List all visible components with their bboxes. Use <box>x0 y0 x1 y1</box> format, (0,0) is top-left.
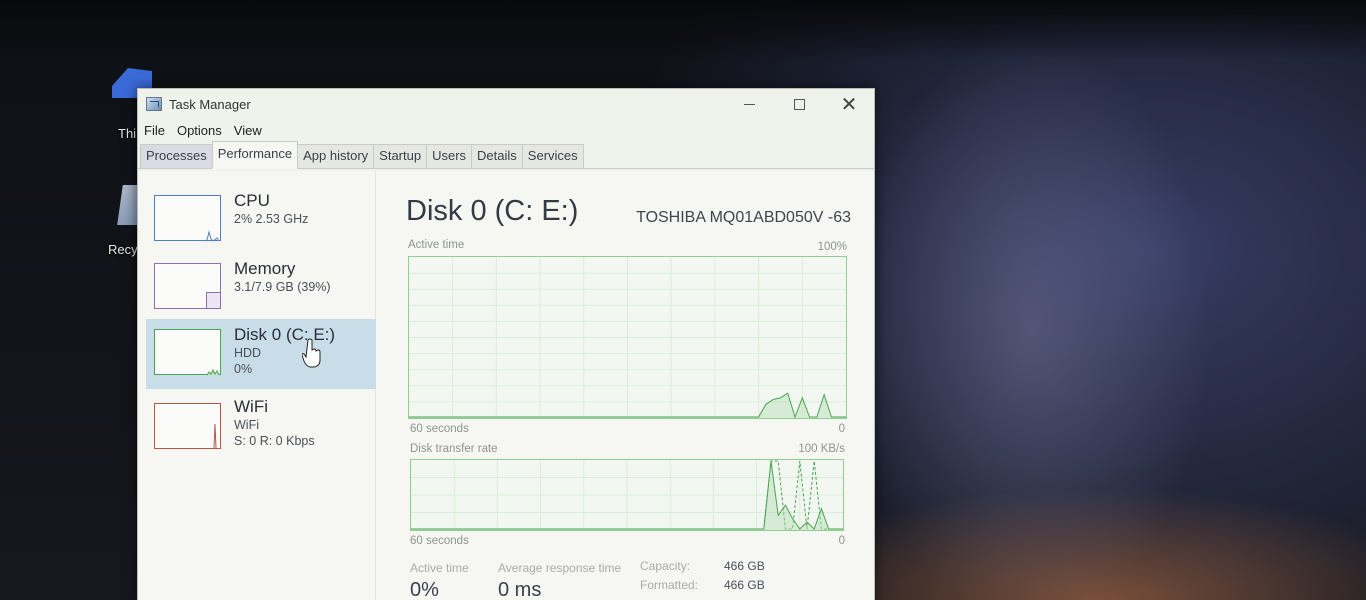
disk-thumbnail-graph <box>154 329 221 376</box>
hand-pointer-cursor <box>302 338 321 368</box>
active-time-max: 100% <box>817 241 847 253</box>
stat-avg-response-label: Average response time <box>498 561 622 575</box>
active-time-chart <box>409 257 846 418</box>
sidebar-item-disk-0[interactable]: Disk 0 (C: E:) HDD 0% <box>146 319 376 389</box>
tab-performance[interactable]: Performance <box>211 141 299 169</box>
transfer-rate-chart <box>411 460 843 530</box>
active-time-x-right: 0 <box>838 423 845 435</box>
minimize-icon <box>743 103 755 105</box>
maximize-button[interactable] <box>774 89 824 119</box>
transfer-rate-x-left: 60 seconds <box>410 535 469 547</box>
title-bar[interactable]: Task Manager ✕ <box>138 89 874 119</box>
task-manager-icon <box>146 97 162 111</box>
tab-strip: Processes Performance App history Startu… <box>138 141 874 169</box>
maximize-icon <box>793 98 805 110</box>
minimize-button[interactable] <box>724 89 774 119</box>
wifi-sparkline <box>212 423 218 450</box>
tab-processes[interactable]: Processes <box>140 144 213 168</box>
memory-fill <box>206 292 220 308</box>
menu-view[interactable]: View <box>234 123 262 138</box>
wifi-text: WiFi WiFi S: 0 R: 0 Kbps <box>234 397 315 449</box>
menu-file[interactable]: File <box>144 123 165 138</box>
stat-active-time-value: 0% <box>410 579 439 600</box>
formatted-label: Formatted: <box>640 578 699 592</box>
formatted-value: 466 GB <box>724 578 765 592</box>
cpu-usage: 2% 2.53 GHz <box>234 212 309 226</box>
memory-text: Memory 3.1/7.9 GB (39%) <box>234 259 331 295</box>
window-title: Task Manager <box>169 96 251 112</box>
memory-name: Memory <box>234 259 296 278</box>
close-button[interactable]: ✕ <box>824 89 874 119</box>
stat-active-time-label: Active time <box>410 561 469 575</box>
cpu-thumbnail-graph <box>154 195 221 242</box>
this-pc-label: Thi <box>118 126 137 141</box>
menu-bar: File Options View <box>138 119 874 141</box>
disk-title: Disk 0 (C: E:) <box>406 195 579 227</box>
close-icon: ✕ <box>840 93 858 116</box>
disk-model: TOSHIBA MQ01ABD050V -63 <box>636 209 851 226</box>
transfer-rate-graph <box>410 459 844 531</box>
capacity-label: Capacity: <box>640 559 691 573</box>
tab-services[interactable]: Services <box>521 144 584 168</box>
performance-panel: CPU 2% 2.53 GHz Memory 3.1/7.9 GB (39%) <box>138 171 874 600</box>
disk-sparkline <box>206 368 220 376</box>
resource-sidebar: CPU 2% 2.53 GHz Memory 3.1/7.9 GB (39%) <box>138 171 376 600</box>
capacity-value: 466 GB <box>724 559 765 573</box>
sidebar-item-cpu[interactable]: CPU 2% 2.53 GHz <box>146 185 376 255</box>
tab-app-history[interactable]: App history <box>297 144 375 168</box>
memory-thumbnail-graph <box>154 263 221 309</box>
cpu-sparkline <box>204 230 220 242</box>
wifi-throughput: S: 0 R: 0 Kbps <box>234 434 315 448</box>
task-manager-window: Task Manager ✕ File Options View Process… <box>137 88 875 600</box>
active-time-label: Active time <box>408 239 465 251</box>
transfer-rate-x-right: 0 <box>838 535 845 547</box>
wifi-thumbnail-graph <box>154 403 221 450</box>
memory-usage: 3.1/7.9 GB (39%) <box>234 280 331 294</box>
tab-details[interactable]: Details <box>471 144 523 168</box>
sidebar-item-memory[interactable]: Memory 3.1/7.9 GB (39%) <box>146 253 376 323</box>
cpu-name: CPU <box>234 191 270 210</box>
tab-startup[interactable]: Startup <box>373 144 428 168</box>
cpu-text: CPU 2% 2.53 GHz <box>234 191 308 227</box>
transfer-rate-max: 100 KB/s <box>798 443 845 455</box>
wifi-adapter: WiFi <box>234 418 259 432</box>
recycle-bin-label: Recy <box>108 242 138 257</box>
menu-options[interactable]: Options <box>177 123 222 138</box>
window-controls: ✕ <box>724 89 874 119</box>
wifi-name: WiFi <box>234 397 268 416</box>
active-time-graph <box>408 256 847 419</box>
transfer-rate-label: Disk transfer rate <box>410 443 498 455</box>
active-time-x-left: 60 seconds <box>410 423 469 435</box>
sidebar-item-wifi[interactable]: WiFi WiFi S: 0 R: 0 Kbps <box>146 393 376 463</box>
disk-details: Disk 0 (C: E:) TOSHIBA MQ01ABD050V -63 A… <box>406 171 851 600</box>
stat-avg-response-value: 0 ms <box>498 579 542 600</box>
tab-users[interactable]: Users <box>426 144 473 168</box>
